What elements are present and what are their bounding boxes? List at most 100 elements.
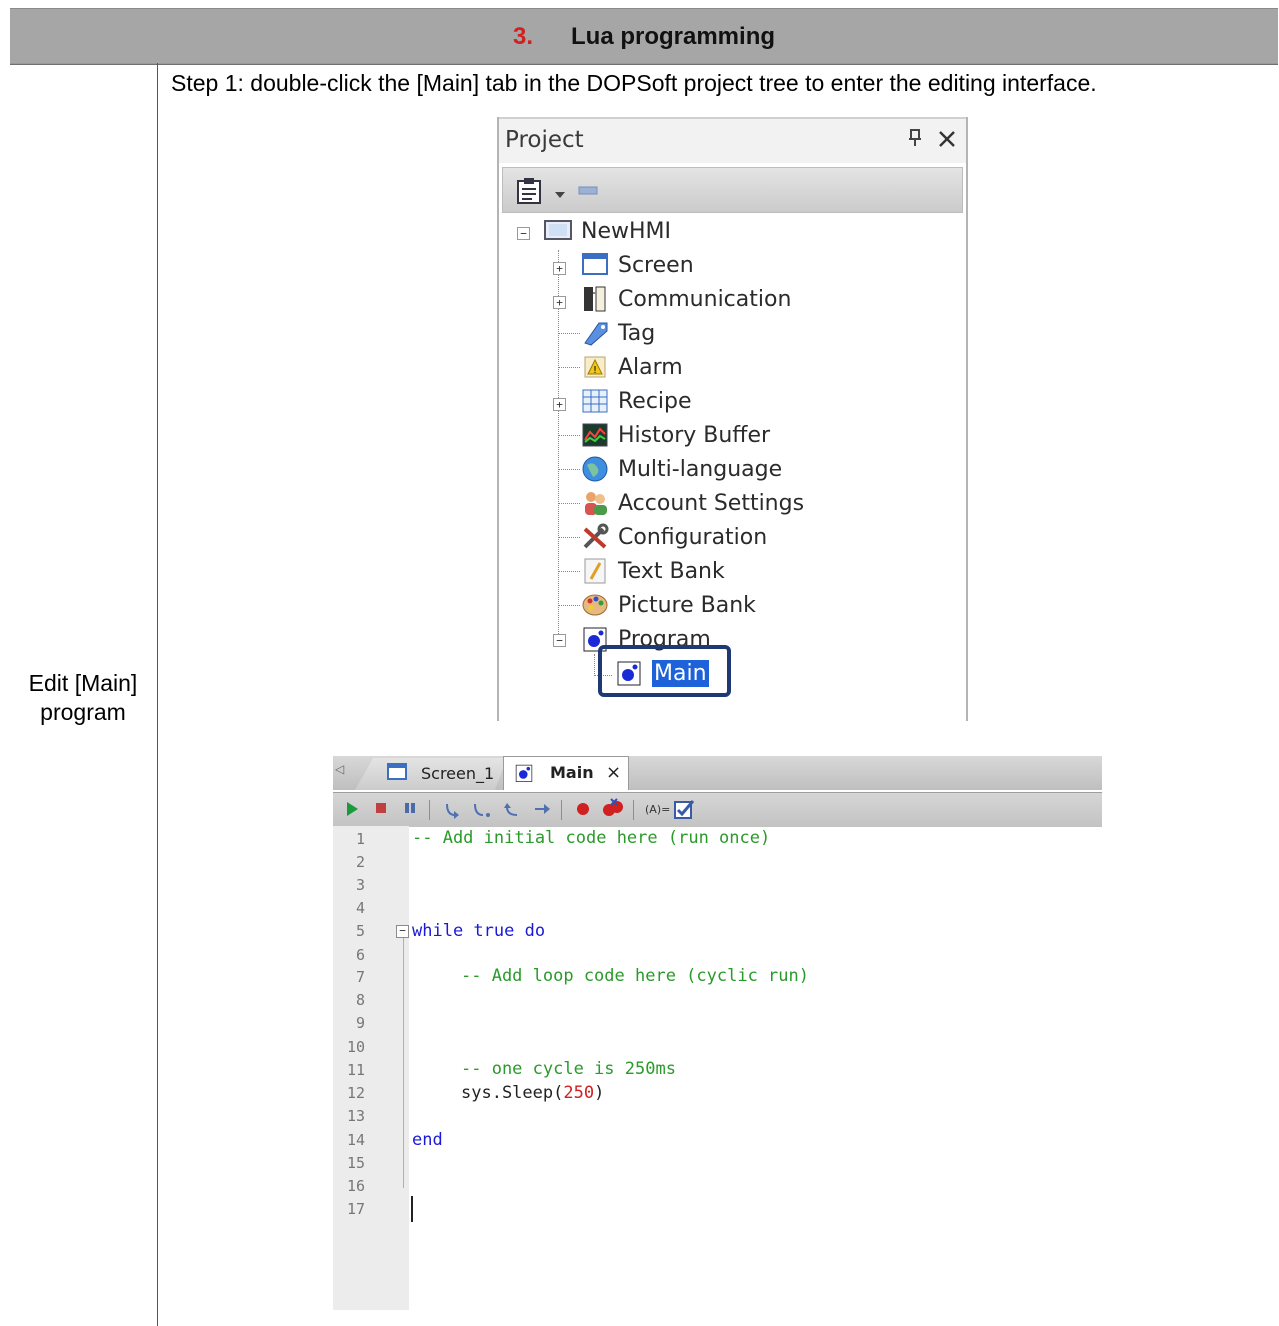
code-line-5[interactable]: while true do (412, 921, 545, 941)
tree-item-alarm[interactable]: ! Alarm (580, 351, 683, 383)
lua-editor: ◁ Screen_1 Main × (A)= − 1 2 3 4 5 6 7 8 (333, 756, 1102, 1310)
section-title: Lua programming (571, 22, 776, 50)
code-line-12[interactable]: sys.Sleep(250) (461, 1083, 604, 1103)
tree-item-account-settings[interactable]: Account Settings (580, 487, 804, 519)
line-number: 17 (346, 1200, 365, 1218)
expand-toggle[interactable]: + (553, 296, 566, 309)
section-header: 3. Lua programming (10, 8, 1278, 65)
history-buffer-icon (580, 420, 610, 450)
globe-icon (580, 454, 610, 484)
toolbar-separator (561, 800, 562, 820)
code-token: sys.Sleep( (461, 1083, 564, 1103)
expand-toggle[interactable]: + (553, 262, 566, 275)
code-line-14[interactable]: end (412, 1130, 443, 1150)
step-out-icon[interactable] (503, 801, 521, 822)
collapse-toggle[interactable]: − (553, 634, 566, 647)
tree-item-history-buffer[interactable]: History Buffer (580, 419, 770, 451)
tree-line (558, 367, 580, 368)
tab-screen-1[interactable]: Screen_1 (355, 758, 507, 790)
line-number: 5 (355, 922, 365, 940)
line-number: 13 (346, 1107, 365, 1125)
toolbar-separator (429, 800, 430, 820)
step-into-icon[interactable] (443, 801, 461, 822)
alarm-icon: ! (580, 352, 610, 382)
code-token: ) (594, 1083, 605, 1103)
tree-line (558, 605, 580, 606)
tree-line (558, 571, 580, 572)
step-over-icon[interactable] (471, 801, 491, 822)
tree-item-label: Configuration (618, 524, 768, 550)
collapse-toggle[interactable]: − (517, 227, 530, 240)
collapse-all-icon[interactable] (577, 184, 599, 202)
tree-item-configuration[interactable]: Configuration (580, 521, 767, 553)
text-caret (411, 1196, 413, 1222)
section-number: 3. (512, 22, 533, 50)
tree-item-picture-bank[interactable]: Picture Bank (580, 589, 756, 621)
code-line-1[interactable]: -- Add initial code here (run once) (412, 828, 770, 848)
scroll-left-icon[interactable]: ◁ (335, 762, 344, 776)
breakpoint-icon[interactable] (575, 801, 591, 820)
tree-item-label: Screen (618, 252, 694, 278)
line-number: 4 (355, 899, 365, 917)
line-number: 12 (346, 1084, 365, 1102)
code-line-7[interactable]: -- Add loop code here (cyclic run) (461, 966, 809, 986)
tools-icon (580, 522, 610, 552)
tree-item-label: Tag (618, 320, 656, 346)
expand-toggle[interactable]: + (553, 398, 566, 411)
tree-line (558, 435, 580, 436)
editor-toolbar: (A)= (333, 792, 1102, 827)
fold-toggle[interactable]: − (396, 925, 409, 938)
tree-item-label: Communication (618, 286, 792, 312)
row-divider (10, 63, 1278, 64)
code-line-11[interactable]: -- one cycle is 250ms (461, 1059, 676, 1079)
go-to-cursor-icon[interactable] (533, 801, 551, 820)
tree-item-label: Multi-language (618, 456, 783, 482)
tree-line (558, 333, 580, 334)
communication-icon (580, 284, 610, 314)
hmi-icon (543, 216, 573, 246)
tree-item-text-bank[interactable]: Text Bank (580, 555, 725, 587)
stop-icon[interactable] (375, 801, 387, 818)
users-icon (580, 488, 610, 518)
tree-item-screen[interactable]: Screen (580, 249, 694, 281)
tab-main[interactable]: Main × (503, 756, 629, 790)
svg-text:!: ! (593, 365, 597, 376)
tree-item-label: Picture Bank (618, 592, 756, 618)
main-highlight-box (598, 645, 731, 697)
tree-item-tag[interactable]: Tag (580, 317, 655, 349)
tree-item-communication[interactable]: Communication (580, 283, 791, 315)
tab-label: Main (550, 763, 594, 782)
run-icon[interactable] (345, 801, 359, 820)
close-panel-icon[interactable] (937, 125, 957, 156)
pause-icon[interactable] (403, 801, 417, 818)
tree-root-newhmi[interactable]: NewHMI (543, 215, 671, 247)
line-number: 7 (355, 968, 365, 986)
editor-tab-strip: ◁ Screen_1 Main × (333, 756, 1102, 790)
close-tab-icon[interactable]: × (606, 762, 621, 783)
project-panel: Project − + + + − NewHMI Screen Communic… (497, 117, 968, 721)
line-number: 15 (346, 1154, 365, 1172)
pin-icon[interactable] (908, 129, 922, 153)
line-number: 1 (355, 830, 365, 848)
tree-line (558, 537, 580, 538)
tree-line (558, 503, 580, 504)
screen-icon (580, 250, 610, 280)
tag-icon (580, 318, 610, 348)
recipe-icon (580, 386, 610, 416)
text-bank-icon (580, 556, 610, 586)
tree-item-label: Account Settings (618, 490, 805, 516)
line-number: 16 (346, 1177, 365, 1195)
clear-breakpoints-icon[interactable] (601, 797, 625, 822)
toolbar-separator (633, 800, 634, 820)
tree-item-label: History Buffer (618, 422, 771, 448)
line-number: 9 (355, 1014, 365, 1032)
project-properties-icon[interactable] (515, 177, 545, 210)
tree-item-recipe[interactable]: Recipe (580, 385, 692, 417)
code-number: 250 (563, 1083, 595, 1103)
dropdown-arrow-icon[interactable] (555, 185, 565, 203)
variables-icon[interactable]: (A)= (645, 801, 670, 818)
line-number: 8 (355, 991, 365, 1009)
tree-item-multi-language[interactable]: Multi-language (580, 453, 782, 485)
check-syntax-icon[interactable] (673, 798, 695, 823)
project-panel-title: Project (505, 127, 584, 153)
